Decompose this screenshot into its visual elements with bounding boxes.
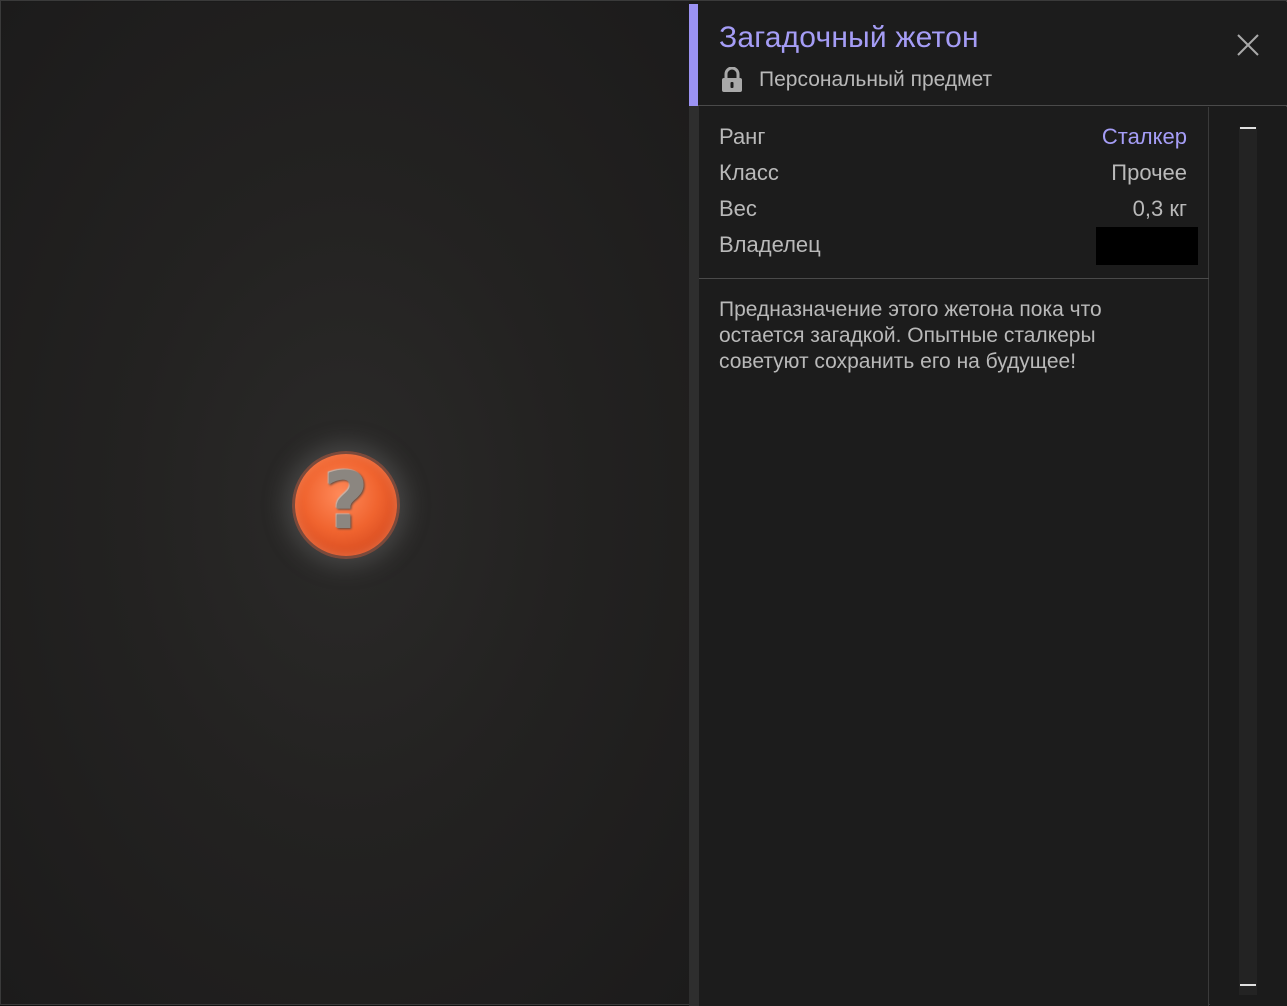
item-subtitle: Персональный предмет bbox=[759, 68, 993, 91]
item-description: Предназначение этого жетона пока что ост… bbox=[719, 298, 1102, 373]
scrollbar-bottom-cap bbox=[1240, 984, 1256, 986]
stat-label: Класс bbox=[719, 160, 779, 185]
stat-label: Владелец bbox=[719, 232, 821, 257]
item-window: ? Загадочный жетон Персональный предмет … bbox=[0, 0, 1287, 1006]
stat-row-weight: Вес 0,3 кг bbox=[719, 193, 1187, 225]
panel-splitter[interactable] bbox=[689, 101, 699, 1006]
close-icon[interactable] bbox=[1233, 30, 1263, 60]
item-preview-panel: ? bbox=[2, 2, 689, 1004]
item-subtitle-row: Персональный предмет bbox=[721, 67, 992, 93]
stat-value-class: Прочее bbox=[1111, 160, 1187, 185]
scrollbar-top-cap bbox=[1240, 127, 1256, 129]
stat-label: Вес bbox=[719, 196, 757, 221]
lock-icon bbox=[722, 67, 742, 92]
item-header: Загадочный жетон Персональный предмет bbox=[698, 2, 1287, 106]
question-mark-icon: ? bbox=[323, 457, 369, 547]
item-details-panel: Ранг Сталкер Класс Прочее Вес 0,3 кг Вла… bbox=[699, 107, 1209, 1006]
item-title: Загадочный жетон bbox=[719, 21, 979, 54]
item-stats: Ранг Сталкер Класс Прочее Вес 0,3 кг Вла… bbox=[699, 121, 1209, 279]
mystery-token-image: ? bbox=[292, 451, 400, 559]
scrollbar-area bbox=[1210, 107, 1287, 1006]
owner-redacted-box bbox=[1096, 227, 1198, 265]
title-accent-bar bbox=[689, 4, 698, 106]
scrollbar-track[interactable] bbox=[1239, 127, 1257, 995]
stat-value-rank: Сталкер bbox=[1101, 124, 1187, 149]
stat-row-class: Класс Прочее bbox=[719, 157, 1187, 189]
stat-value-weight: 0,3 кг bbox=[1132, 196, 1187, 221]
stat-row-rank: Ранг Сталкер bbox=[719, 121, 1187, 153]
stat-label: Ранг bbox=[719, 124, 766, 149]
